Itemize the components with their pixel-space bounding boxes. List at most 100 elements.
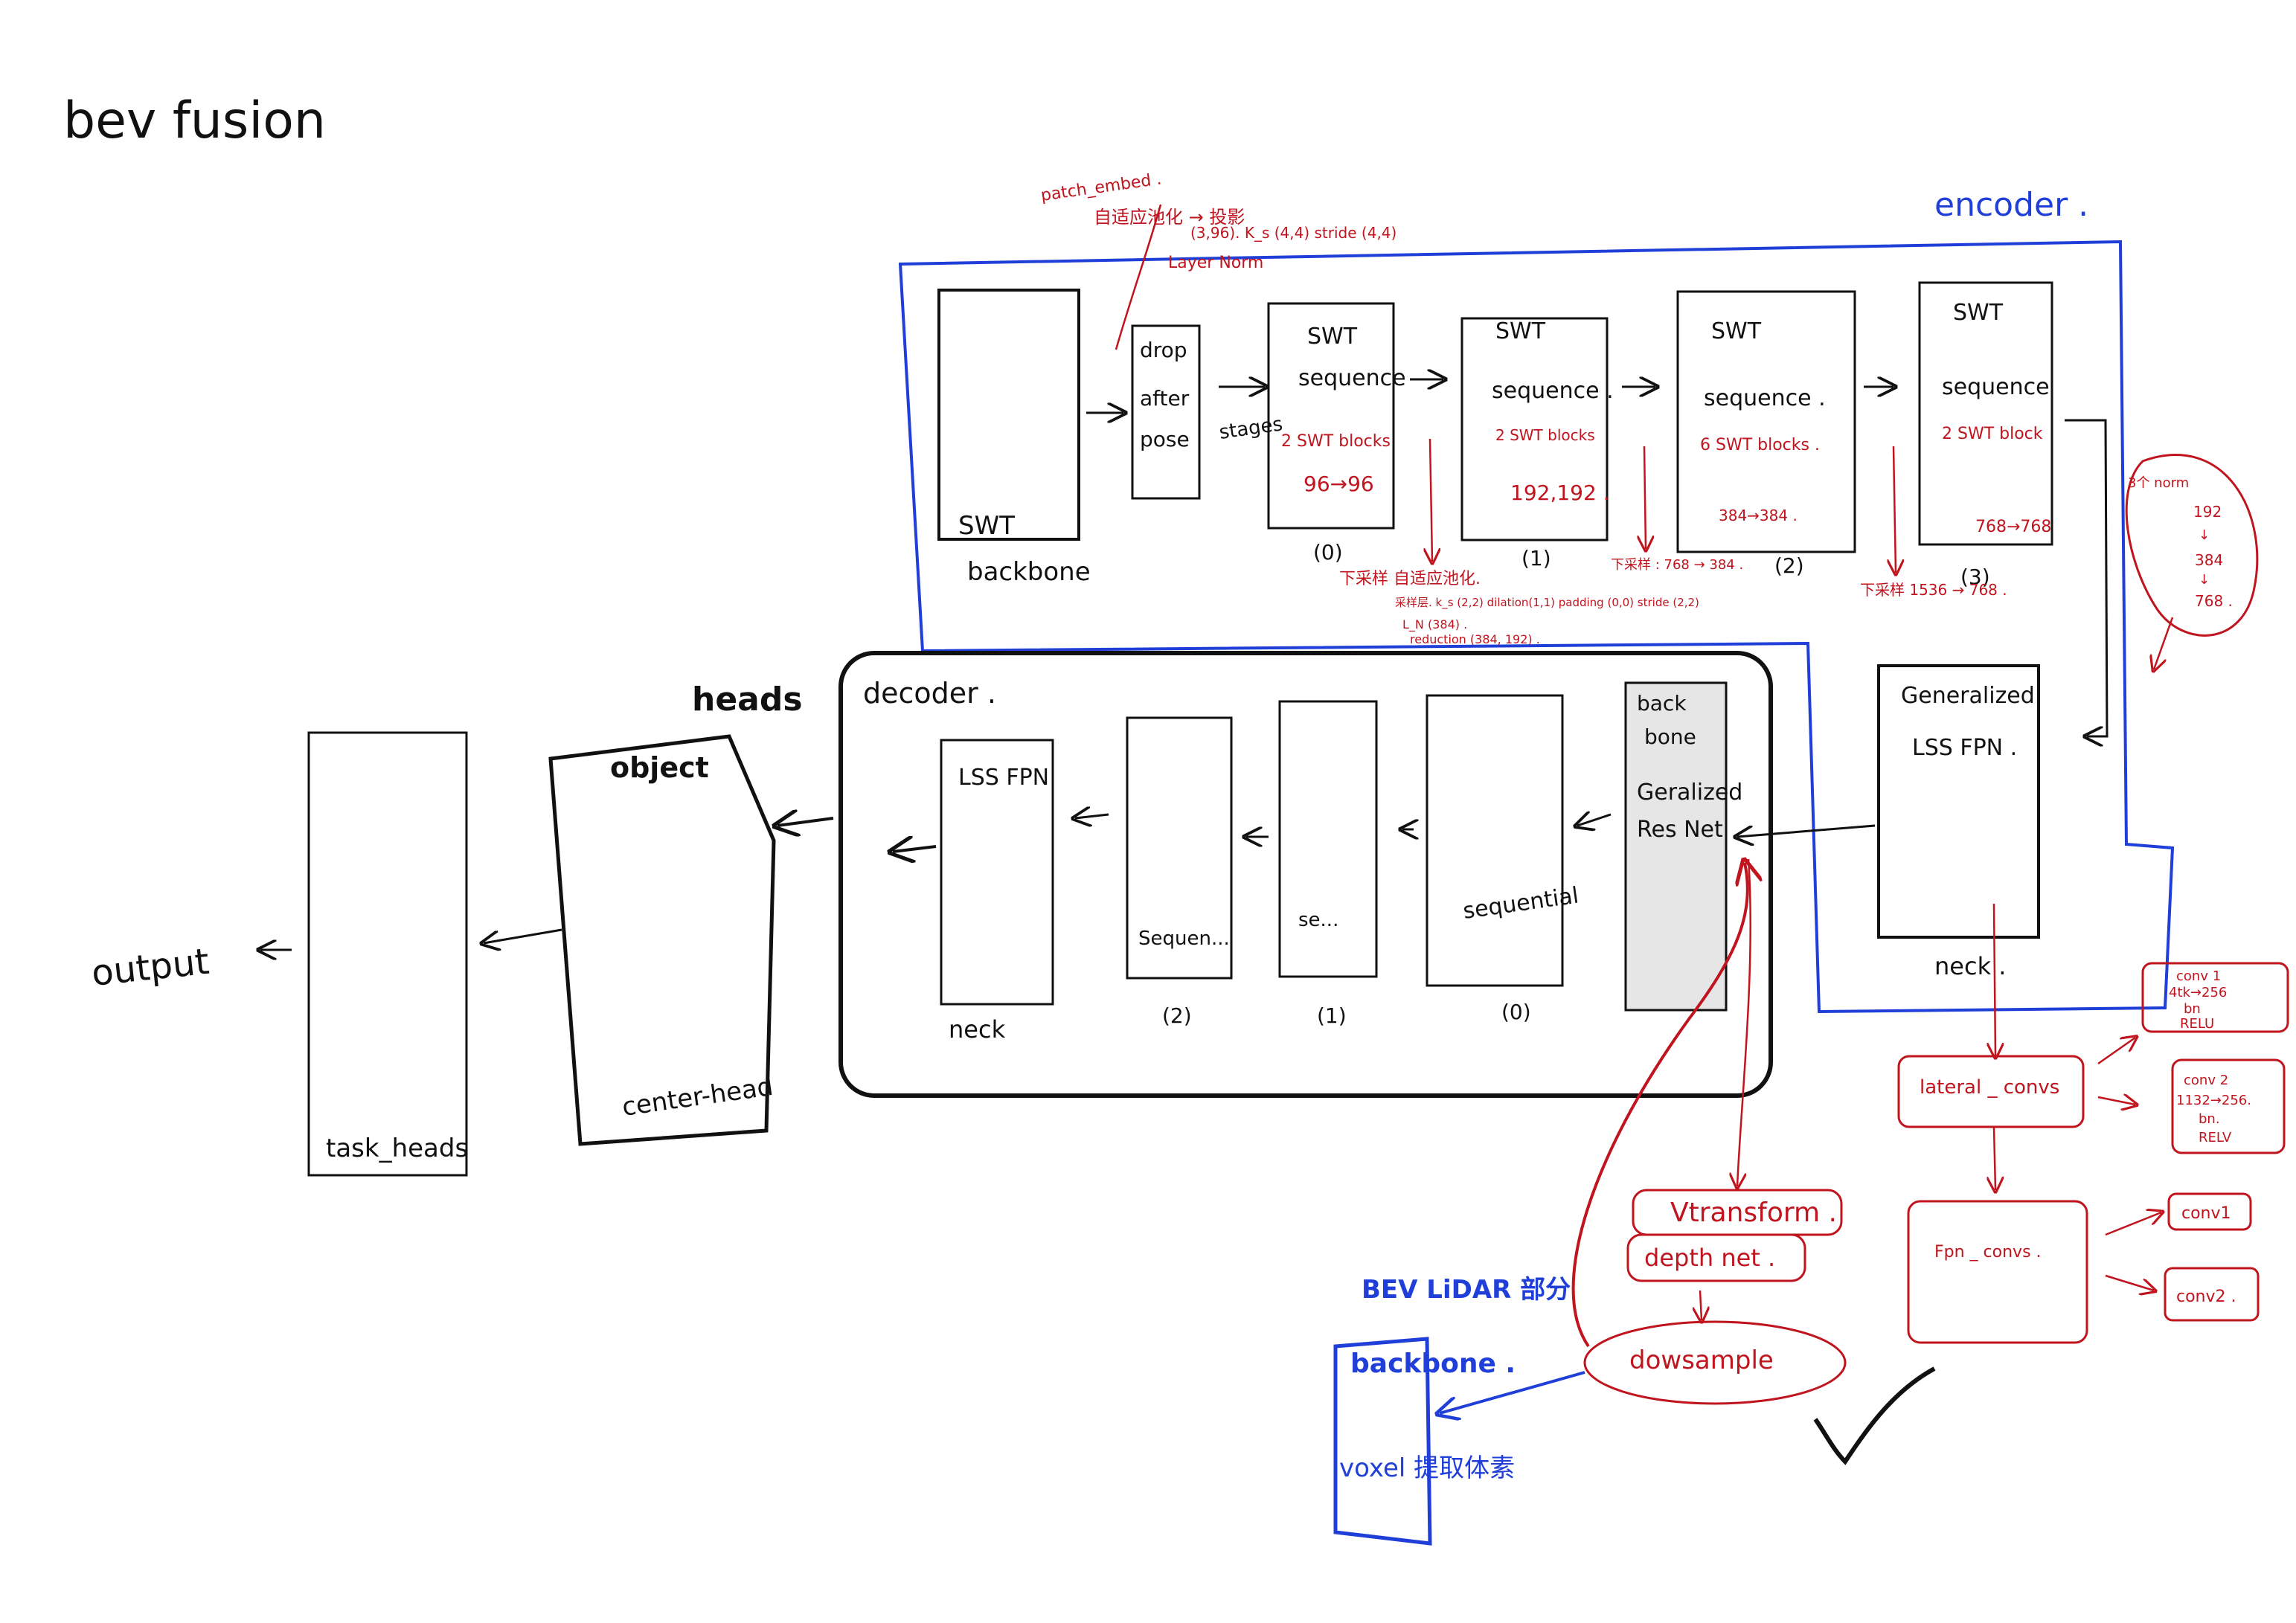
stages-label: stages	[1218, 413, 1284, 444]
encoder-neck-l1: Generalized	[1901, 683, 2035, 709]
sequential-1-label: se...	[1298, 909, 1338, 931]
sequential-0-index: (0)	[1501, 1000, 1531, 1024]
downsample-note-2: L_N (384) .	[1402, 617, 1467, 632]
lateral-convs-label: lateral _ convs	[1920, 1076, 2059, 1099]
arrow-stage3-to-neck	[2065, 419, 2109, 736]
output-label: output	[89, 941, 211, 994]
stage-1-l4: 192,192 .	[1510, 481, 1610, 505]
object-block-l1: object	[610, 751, 709, 784]
downsample-note-3: reduction (384, 192) .	[1410, 632, 1540, 646]
heads-group: heads object center-head task_heads	[260, 681, 834, 1177]
decoder-label: decoder .	[863, 677, 996, 710]
downsample-pointer-2	[1893, 446, 1896, 573]
stage-block-3: SWT sequence 2 SWT block 768→768 (3)	[1918, 281, 2053, 589]
encoder-backbone-block: SWT backbone	[937, 289, 1091, 587]
stage-0-l2: sequence	[1298, 365, 1406, 391]
arrow-seq2-to-neck	[1075, 814, 1109, 818]
decoder-neck-block: LSS FPN neck	[940, 739, 1054, 1044]
norm-note-1: 192	[2193, 503, 2222, 521]
fpn-to-conv2-arrow	[2105, 1274, 2154, 1291]
decoder-neck-label: LSS FPN	[958, 765, 1049, 791]
decoder-backbone-l1: back	[1637, 691, 1687, 716]
encoder-neck-l2: LSS FPN .	[1912, 735, 2017, 761]
drop-line2: after	[1140, 386, 1190, 411]
depth-to-downsample-arrow	[1700, 1290, 1702, 1320]
stage-2-l1: SWT	[1711, 318, 1762, 344]
vtransform-label: Vtransform .	[1670, 1198, 1837, 1228]
fpn-convs-label: Fpn _ convs .	[1934, 1243, 2042, 1262]
sequential-2-label: Sequen...	[1138, 928, 1230, 950]
downsample-pointer-1	[1644, 446, 1646, 549]
stage-0-index: (0)	[1313, 540, 1343, 565]
norm-note-2: ↓	[2199, 527, 2210, 543]
norm-note-4: ↓	[2199, 572, 2210, 588]
norm-notes-pointer	[2154, 617, 2174, 669]
arrow-decoder-to-object	[777, 818, 834, 826]
conv2-l3: RELV	[2199, 1130, 2232, 1145]
stage-3-l4: 768→768	[1975, 518, 2051, 536]
task-heads-label: task_heads	[326, 1134, 468, 1163]
encoder-drop-block: drop after pose stages	[1131, 324, 1284, 500]
encoder-label: encoder .	[1934, 186, 2088, 224]
stage-2-l3: 6 SWT blocks .	[1700, 436, 1820, 454]
stage-1-l2: sequence .	[1492, 378, 1614, 404]
bevfusion-diagram: bev fusion encoder . SWT backbone drop a…	[63, 91, 2289, 1546]
stage-2-l2: sequence .	[1704, 385, 1826, 411]
decoder-neck-caption: neck	[949, 1015, 1006, 1044]
patch-embed-note-3: Layer Norm	[1168, 254, 1263, 272]
lidar-group: BEV LiDAR 部分 backbone . voxel 提取体素	[1333, 1275, 1585, 1546]
object-block-l2: center-head	[621, 1072, 775, 1122]
lidar-voxel: voxel 提取体素	[1339, 1453, 1515, 1483]
conv2-l2: bn.	[2199, 1111, 2220, 1127]
decoder-backbone-l3: Geralized	[1637, 780, 1742, 806]
arrow-backbone-to-seq0	[1577, 814, 1612, 826]
stage-3-l3: 2 SWT block	[1942, 425, 2043, 443]
arrow-decoder-neck-out	[893, 846, 937, 852]
conv1-l1: 4tk→256	[2169, 985, 2227, 1000]
neck-to-lateral-pointer	[1994, 903, 1995, 1056]
encoder-neck-block: Generalized LSS FPN . neck .	[1877, 664, 2040, 980]
conv1-l2: bn	[2184, 1001, 2201, 1017]
lateral-to-conv2-arrow	[2097, 1097, 2135, 1105]
sequential-block-0: sequential (0)	[1426, 694, 1580, 1024]
patch-embed-note-2: (3,96). K_s (4,4) stride (4,4)	[1190, 224, 1396, 242]
downsample-note-1: 采样层. k_s (2,2) dilation(1,1) padding (0,…	[1395, 596, 1699, 610]
norm-note-3: 384	[2195, 551, 2223, 569]
sequential-2-index: (2)	[1162, 1003, 1192, 1028]
stage3-note: 下采样 1536 → 768 .	[1860, 581, 2007, 599]
downsample-note-0: 下采样 自适应池化.	[1339, 570, 1481, 588]
norm-note-0: 3个 norm	[2128, 475, 2189, 491]
drop-line3: pose	[1140, 427, 1190, 451]
stage-0-l1: SWT	[1307, 324, 1358, 350]
conv1-l3: RELU	[2180, 1016, 2214, 1032]
encoder-group: encoder . SWT backbone drop after pose s…	[898, 170, 2259, 1014]
decoder-group: decoder . back bone Geralized Res Net se…	[838, 651, 1876, 1098]
fpn-to-conv1-arrow	[2105, 1212, 2161, 1236]
stage-3-l2: sequence	[1942, 374, 2050, 400]
check-mark-icon	[1813, 1366, 1936, 1465]
lidar-title: BEV LiDAR 部分	[1362, 1275, 1571, 1305]
sequential-block-2: Sequen... (2)	[1126, 716, 1233, 1028]
heads-label: heads	[692, 681, 803, 719]
decoder-backbone-l2: bone	[1644, 724, 1696, 749]
patch-embed-note-0: patch_embed .	[1039, 170, 1162, 205]
encoder-backbone-caption: backbone	[967, 557, 1091, 587]
fpn-convs-box	[1907, 1200, 2088, 1344]
stage-1-index: (1)	[1521, 546, 1551, 571]
norm-notes: 3个 norm 192 ↓ 384 ↓ 768 .	[2125, 454, 2259, 669]
downsample-label: dowsample	[1629, 1346, 1774, 1375]
lateral-to-conv1-arrow	[2097, 1038, 2135, 1065]
conv2-l0: conv 2	[2184, 1073, 2228, 1088]
fpn-conv1-label: conv1	[2181, 1204, 2231, 1223]
fpn-conv2-label: conv2 .	[2176, 1288, 2236, 1306]
stage-1-l1: SWT	[1495, 318, 1546, 344]
downsample-pointer-0	[1430, 438, 1432, 562]
stage2-note: 下采样 : 768 → 384 .	[1611, 557, 1743, 573]
lateral-to-fpn-pointer	[1994, 1126, 1995, 1190]
stage-0-l4: 96→96	[1303, 472, 1374, 496]
arrow-object-to-task	[484, 928, 562, 943]
drop-line1: drop	[1140, 338, 1187, 362]
stage-3-l1: SWT	[1953, 300, 2004, 326]
vtransform-pointer	[1737, 858, 1751, 1186]
stage-block-1: SWT sequence . 2 SWT blocks 192,192 . (1…	[1460, 317, 1614, 571]
